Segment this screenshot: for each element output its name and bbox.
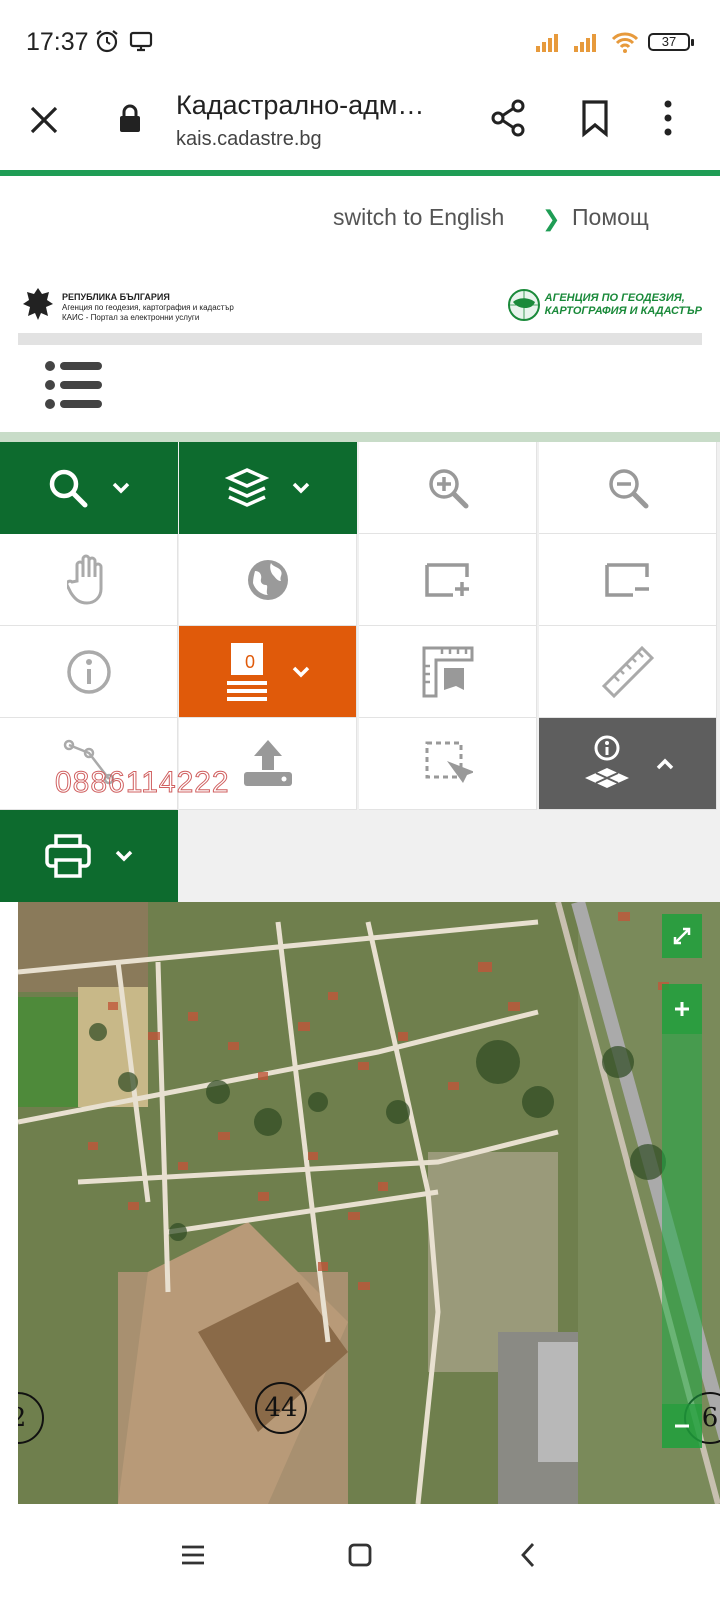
phone-watermark: 0886114222 [55,766,230,800]
status-time: 17:37 [26,28,89,56]
measure-distance-tool-button[interactable] [539,626,717,718]
expand-icon [673,927,691,945]
layers-tool-button[interactable] [179,442,357,534]
help-link[interactable]: Помощ [572,204,649,231]
upload-icon [243,739,292,786]
zoom-in-tool-button[interactable] [359,442,537,534]
identify-tool-button[interactable] [0,626,178,718]
share-icon[interactable] [490,98,526,138]
chevron-down-icon [292,666,309,677]
toolbar-divider [0,432,720,442]
map-zoom-out-button[interactable] [662,1404,702,1448]
print-tool-button[interactable] [0,810,178,902]
select-area-icon [425,741,473,783]
satellite-map[interactable]: 2 44 6 [18,902,720,1504]
chevron-up-icon [656,758,673,769]
printer-icon [44,833,91,878]
logo-right-line2: КАРТОГРАФИЯ И КАДАСТЪР [544,305,702,317]
fullscreen-button[interactable] [662,914,702,958]
info-icon [66,649,111,694]
zoom-out-icon [608,468,648,508]
hand-icon [66,554,102,605]
zoom-slider[interactable] [662,1034,702,1404]
logo-left-line3: КАИС - Портал за електронни услуги [62,312,200,322]
globe-logo-icon [507,289,540,321]
satellite-imagery [18,902,720,1504]
minus-icon [675,1424,689,1428]
bookmark-icon[interactable] [580,98,610,138]
feature-info-tool-button[interactable] [539,718,717,810]
url-domain[interactable]: kais.cadastre.bg [176,128,322,151]
zoom-box-in-tool-button[interactable] [359,534,537,626]
selection-count: 0 [244,652,255,672]
zoom-in-icon [428,468,468,508]
zoom-out-tool-button[interactable] [539,442,717,534]
chevron-down-icon [112,482,129,493]
back-icon[interactable] [512,1538,546,1572]
status-bar: 17:37 37 [0,0,720,82]
page-title[interactable]: Кадастрално-адм… [176,90,424,121]
battery-indicator: 37 [648,33,694,51]
full-extent-tool-button[interactable] [179,534,357,626]
zoom-box-out-tool-button[interactable] [539,534,717,626]
plus-icon [675,1002,689,1016]
zoom-box-in-icon [424,562,469,597]
alarm-icon [96,30,118,53]
feature-info-icon [584,735,629,788]
sheet-label: 44 [255,1382,307,1434]
search-tool-button[interactable] [0,442,178,534]
selection-list-button[interactable]: 0 [179,626,357,718]
chevron-down-icon [292,482,309,493]
measure-area-icon [422,646,473,697]
logo-left-line2: Агенция по геодезия, картография и кадас… [62,302,234,312]
map-zoom-in-button[interactable] [662,984,702,1034]
signal-icon [574,34,596,52]
search-icon [49,469,87,507]
zoom-box-out-icon [604,562,649,597]
more-options-icon[interactable] [662,98,674,138]
wifi-icon [611,32,639,53]
globe-icon [247,559,288,600]
pan-tool-button[interactable] [0,534,178,626]
close-icon[interactable] [26,102,62,138]
browser-toolbar: Кадастрално-адм… kais.cadastre.bg [0,82,720,170]
recent-apps-icon[interactable] [176,1538,210,1572]
coat-of-arms-icon [23,288,53,320]
chevron-down-icon [115,850,132,861]
top-nav: switch to English ❯ Помощ [0,176,720,260]
measure-area-tool-button[interactable] [359,626,537,718]
header-divider [18,333,702,345]
switch-language-link[interactable]: switch to English [333,204,504,231]
monitor-icon [129,31,153,52]
select-area-tool-button[interactable] [359,718,537,810]
list-menu-icon[interactable] [44,360,104,410]
agency-logo[interactable]: АГЕНЦИЯ ПО ГЕОДЕЗИЯ, КАРТОГРАФИЯ И КАДАС… [507,288,702,322]
logo-left-line1: РЕПУБЛИКА БЪЛГАРИЯ [62,291,170,302]
chevron-right-icon: ❯ [542,206,561,231]
signal-icon [536,34,558,52]
layers-icon [224,467,269,507]
home-icon[interactable] [343,1538,377,1572]
ruler-icon [601,645,654,698]
logo-right-line1: АГЕНЦИЯ ПО ГЕОДЕЗИЯ, [544,292,685,304]
lock-icon [120,104,140,132]
system-nav-bar [0,1510,720,1600]
map-toolbar: 0 [0,442,720,902]
header-logos: РЕПУБЛИКА БЪЛГАРИЯ Агенция по геодезия, … [0,280,720,336]
republic-logo[interactable]: РЕПУБЛИКА БЪЛГАРИЯ Агенция по геодезия, … [20,286,234,328]
